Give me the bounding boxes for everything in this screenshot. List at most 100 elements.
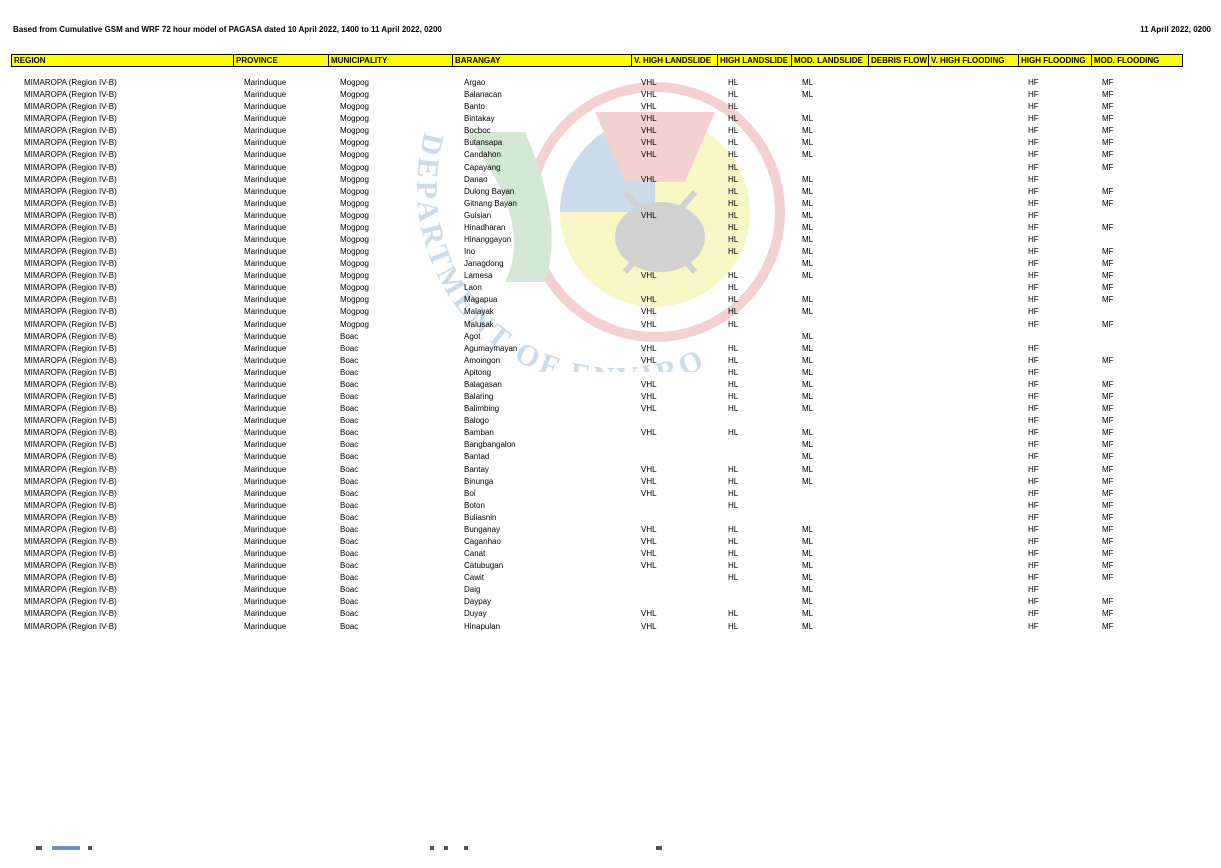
cell-hf: HF — [1028, 343, 1039, 353]
cell-province: Marinduque — [244, 621, 287, 631]
cell-vhl: VHL — [641, 609, 657, 619]
table-row: MIMAROPA (Region IV-B) Marinduque Mogpog Du… — [0, 186, 1221, 198]
cell-hl: HL — [728, 126, 739, 136]
cell-hf: HF — [1028, 283, 1039, 293]
cell-barangay: Apitong — [464, 367, 492, 377]
cell-municipality: Boac — [340, 524, 359, 534]
cell-mf: MF — [1102, 452, 1114, 462]
cell-hf: HF — [1028, 235, 1039, 245]
cell-region: MIMAROPA (Region IV-B) — [24, 585, 117, 595]
cell-hf: HF — [1028, 428, 1039, 438]
cell-barangay: Balagasan — [464, 379, 502, 389]
cell-province: Marinduque — [244, 585, 287, 595]
cell-municipality: Boac — [340, 585, 359, 595]
table-header: REGION PROVINCE MUNICIPALITY BARANGAY V.… — [11, 54, 1183, 67]
cell-ml: ML — [802, 210, 814, 220]
cell-vhl: VHL — [641, 343, 657, 353]
cell-hl: HL — [728, 573, 739, 583]
cell-barangay: Bintakay — [464, 114, 495, 124]
table-row: MIMAROPA (Region IV-B) Marinduque Boac Buli… — [0, 512, 1221, 524]
cell-vhl: VHL — [641, 174, 657, 184]
cell-mf: MF — [1102, 404, 1114, 414]
cell-barangay: Binunga — [464, 476, 494, 486]
cell-barangay: Malusak — [464, 319, 494, 329]
cell-hl: HL — [728, 222, 739, 232]
cell-region: MIMAROPA (Region IV-B) — [24, 488, 117, 498]
cell-province: Marinduque — [244, 561, 287, 571]
table-row: MIMAROPA (Region IV-B) Marinduque Mogpog Gi… — [0, 198, 1221, 210]
cell-municipality: Boac — [340, 416, 359, 426]
table-row: MIMAROPA (Region IV-B) Marinduque Mogpog Ma… — [0, 294, 1221, 306]
cell-municipality: Boac — [340, 597, 359, 607]
cell-barangay: Buliasnin — [464, 512, 497, 522]
cell-municipality: Mogpog — [340, 102, 369, 112]
header-mod-flooding: MOD. FLOODING — [1091, 54, 1183, 67]
cell-municipality: Boac — [340, 367, 359, 377]
cell-barangay: Hinadharan — [464, 222, 506, 232]
cell-province: Marinduque — [244, 259, 287, 269]
cell-municipality: Boac — [340, 331, 359, 341]
footer-fragment — [52, 846, 80, 850]
cell-region: MIMAROPA (Region IV-B) — [24, 597, 117, 607]
cell-hl: HL — [728, 609, 739, 619]
cell-barangay: Agumaymayan — [464, 343, 518, 353]
cell-barangay: Daypay — [464, 597, 492, 607]
cell-region: MIMAROPA (Region IV-B) — [24, 428, 117, 438]
cell-hf: HF — [1028, 295, 1039, 305]
cell-province: Marinduque — [244, 452, 287, 462]
cell-mf: MF — [1102, 379, 1114, 389]
cell-province: Marinduque — [244, 162, 287, 172]
cell-hf: HF — [1028, 114, 1039, 124]
cell-hl: HL — [728, 319, 739, 329]
cell-region: MIMAROPA (Region IV-B) — [24, 283, 117, 293]
cell-hl: HL — [728, 210, 739, 220]
cell-barangay: Hinanggayon — [464, 235, 512, 245]
cell-hf: HF — [1028, 355, 1039, 365]
cell-mf: MF — [1102, 162, 1114, 172]
cell-barangay: Bamban — [464, 428, 494, 438]
cell-hl: HL — [728, 114, 739, 124]
header-v-high-landslide: V. HIGH LANDSLIDE — [631, 54, 717, 67]
cell-hf: HF — [1028, 247, 1039, 257]
cell-province: Marinduque — [244, 114, 287, 124]
cell-hl: HL — [728, 343, 739, 353]
table-row: MIMAROPA (Region IV-B) Marinduque Boac Bali… — [0, 403, 1221, 415]
cell-mf: MF — [1102, 416, 1114, 426]
cell-barangay: Candahon — [464, 150, 501, 160]
cell-vhl: VHL — [641, 319, 657, 329]
cell-municipality: Boac — [340, 549, 359, 559]
cell-hf: HF — [1028, 585, 1039, 595]
cell-mf: MF — [1102, 283, 1114, 293]
cell-municipality: Mogpog — [340, 307, 369, 317]
cell-hl: HL — [728, 500, 739, 510]
cell-mf: MF — [1102, 524, 1114, 534]
cell-hl: HL — [728, 283, 739, 293]
cell-hl: HL — [728, 90, 739, 100]
cell-ml: ML — [802, 597, 814, 607]
cell-barangay: Lamesa — [464, 271, 493, 281]
cell-region: MIMAROPA (Region IV-B) — [24, 331, 117, 341]
table-row: MIMAROPA (Region IV-B) Marinduque Boac Bung… — [0, 524, 1221, 536]
cell-ml: ML — [802, 379, 814, 389]
cell-mf: MF — [1102, 476, 1114, 486]
cell-ml: ML — [802, 126, 814, 136]
cell-barangay: Balaring — [464, 392, 494, 402]
cell-region: MIMAROPA (Region IV-B) — [24, 416, 117, 426]
cell-municipality: Mogpog — [340, 222, 369, 232]
cell-hl: HL — [728, 247, 739, 257]
cell-barangay: Butansapa — [464, 138, 503, 148]
cell-municipality: Mogpog — [340, 247, 369, 257]
cell-hf: HF — [1028, 102, 1039, 112]
cell-hf: HF — [1028, 512, 1039, 522]
table-row: MIMAROPA (Region IV-B) Marinduque Boac Bala… — [0, 391, 1221, 403]
cell-barangay: Bantay — [464, 464, 489, 474]
cell-region: MIMAROPA (Region IV-B) — [24, 355, 117, 365]
cell-province: Marinduque — [244, 102, 287, 112]
cell-hf: HF — [1028, 476, 1039, 486]
cell-hl: HL — [728, 235, 739, 245]
cell-ml: ML — [802, 428, 814, 438]
cell-vhl: VHL — [641, 428, 657, 438]
cell-barangay: Guisian — [464, 210, 492, 220]
table-row: MIMAROPA (Region IV-B) Marinduque Boac Bant… — [0, 464, 1221, 476]
cell-region: MIMAROPA (Region IV-B) — [24, 259, 117, 269]
